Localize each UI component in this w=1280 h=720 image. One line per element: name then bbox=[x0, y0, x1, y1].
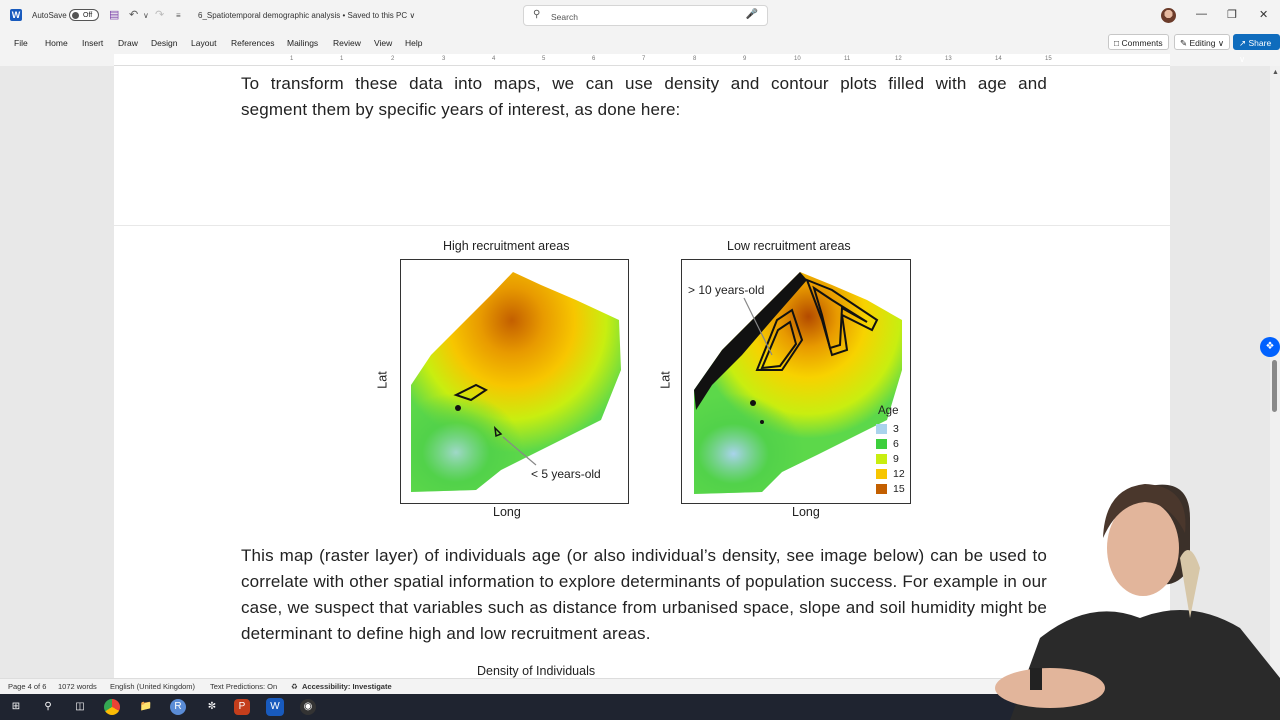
ruler-number: 13 bbox=[945, 56, 952, 62]
search-icon: ⚲ bbox=[533, 9, 541, 20]
chrome-icon[interactable] bbox=[104, 699, 120, 715]
tab-layout[interactable]: Layout bbox=[191, 38, 217, 48]
editing-button[interactable]: ✎ Editing ∨ bbox=[1174, 34, 1231, 50]
davinci-icon[interactable]: ✼ bbox=[202, 697, 222, 717]
left-panel-title: High recruitment areas bbox=[443, 239, 570, 253]
minimize-icon[interactable]: — bbox=[1196, 8, 1207, 20]
search-placeholder: Search bbox=[551, 12, 578, 22]
left-x-axis-label: Long bbox=[493, 505, 521, 519]
legend-swatch bbox=[876, 424, 887, 434]
comments-button[interactable]: □ Comments bbox=[1108, 34, 1169, 50]
restore-icon[interactable]: ❐ bbox=[1227, 8, 1237, 21]
tab-insert[interactable]: Insert bbox=[82, 38, 103, 48]
pencil-icon: ✎ bbox=[1180, 38, 1188, 48]
tab-view[interactable]: View bbox=[374, 38, 392, 48]
vertical-ruler bbox=[0, 66, 12, 678]
editing-label: Editing ∨ bbox=[1189, 38, 1225, 48]
page-count[interactable]: Page 4 of 6 bbox=[8, 682, 46, 691]
text-predictions[interactable]: Text Predictions: On bbox=[210, 682, 277, 691]
document-title[interactable]: 6_Spatiotemporal demographic analysis • … bbox=[198, 11, 415, 20]
search-box[interactable]: ⚲ Search 🎤 bbox=[523, 5, 768, 26]
paragraph-intro-line1: To transform these data into maps, we ca… bbox=[241, 74, 1047, 93]
comments-label: Comments bbox=[1121, 38, 1163, 48]
r-icon[interactable]: R bbox=[170, 699, 186, 715]
powerpoint-icon[interactable]: P bbox=[234, 699, 250, 715]
ruler-number: 5 bbox=[542, 56, 546, 62]
comment-icon: □ bbox=[1114, 38, 1120, 48]
left-annotation: < 5 years-old bbox=[531, 467, 601, 481]
ruler-number: 8 bbox=[693, 56, 697, 62]
legend-label: 6 bbox=[893, 438, 899, 450]
legend-swatch bbox=[876, 484, 887, 494]
tab-design[interactable]: Design bbox=[151, 38, 177, 48]
word-icon: W bbox=[10, 9, 22, 21]
tab-help[interactable]: Help bbox=[405, 38, 422, 48]
ribbon-tabs: File Home Insert Draw Design Layout Refe… bbox=[0, 32, 1280, 64]
scroll-up-icon[interactable]: ▲ bbox=[1272, 69, 1279, 76]
legend-title: Age bbox=[878, 405, 899, 417]
undo-icon[interactable]: ↶ bbox=[129, 8, 138, 21]
paragraph-intro[interactable]: To transform these data into maps, we ca… bbox=[241, 71, 1047, 123]
autosave-toggle[interactable]: Off bbox=[69, 9, 99, 21]
right-x-axis-label: Long bbox=[792, 505, 820, 519]
tab-references[interactable]: References bbox=[231, 38, 274, 48]
legend-label: 9 bbox=[893, 453, 899, 465]
legend-swatch bbox=[876, 469, 887, 479]
tab-file[interactable]: File bbox=[14, 38, 28, 48]
undo-dropdown-icon[interactable]: ∨ bbox=[143, 11, 149, 20]
paragraph-intro-line2: segment them by specific years of intere… bbox=[241, 100, 681, 119]
ruler-number: 12 bbox=[895, 56, 902, 62]
language[interactable]: English (United Kingdom) bbox=[110, 682, 195, 691]
ruler-number: 11 bbox=[844, 56, 851, 62]
mic-icon[interactable]: 🎤 bbox=[746, 9, 758, 20]
task-view-icon[interactable]: ◫ bbox=[70, 697, 90, 717]
ruler-number: 1 bbox=[290, 56, 294, 62]
legend-swatch bbox=[876, 454, 887, 464]
ruler-number: 15 bbox=[1045, 56, 1052, 62]
ruler-number: 3 bbox=[442, 56, 446, 62]
right-annotation: > 10 years-old bbox=[688, 283, 765, 297]
close-icon[interactable]: ✕ bbox=[1259, 8, 1268, 21]
windows-start-icon[interactable]: ⊞ bbox=[6, 697, 26, 717]
tab-home[interactable]: Home bbox=[45, 38, 68, 48]
obs-icon[interactable]: ◉ bbox=[300, 699, 316, 715]
legend-label: 3 bbox=[893, 423, 899, 435]
right-panel-title: Low recruitment areas bbox=[727, 239, 851, 253]
redo-icon[interactable]: ↷ bbox=[155, 8, 164, 21]
ruler-number: 6 bbox=[592, 56, 596, 62]
ruler-number: 10 bbox=[794, 56, 801, 62]
share-button[interactable]: ↗ Share ∨ bbox=[1233, 34, 1280, 64]
accessibility-status[interactable]: Accessibility: Investigate bbox=[302, 682, 392, 691]
ruler-number: 2 bbox=[391, 56, 395, 62]
word-count[interactable]: 1072 words bbox=[58, 682, 97, 691]
ruler-number: 14 bbox=[995, 56, 1002, 62]
left-y-axis-label: Lat bbox=[375, 371, 390, 389]
ruler-number: 4 bbox=[492, 56, 496, 62]
presenter-webcam bbox=[890, 478, 1280, 720]
density-figure-title: Density of Individuals bbox=[477, 664, 596, 678]
taskbar-word-icon[interactable]: W bbox=[266, 698, 284, 716]
right-y-axis-label: Lat bbox=[658, 371, 673, 389]
ruler-number: 1 bbox=[340, 56, 344, 62]
title-bar: W AutoSave Off ▤ ↶ ∨ ↷ ≡ 6_Spatiotempora… bbox=[0, 0, 1280, 32]
tab-draw[interactable]: Draw bbox=[118, 38, 138, 48]
tab-mailings[interactable]: Mailings bbox=[287, 38, 318, 48]
legend-swatch bbox=[876, 439, 887, 449]
save-icon[interactable]: ▤ bbox=[109, 8, 119, 21]
customize-icon[interactable]: ≡ bbox=[176, 11, 181, 20]
dropbox-icon[interactable]: ❖ bbox=[1260, 337, 1280, 357]
autosave-label: AutoSave bbox=[32, 11, 67, 20]
share-icon: ↗ bbox=[1239, 38, 1247, 48]
scrollbar-thumb[interactable] bbox=[1272, 360, 1277, 412]
taskbar-search-icon[interactable]: ⚲ bbox=[38, 697, 58, 717]
accessibility-icon: ♻ bbox=[291, 682, 298, 691]
tab-review[interactable]: Review bbox=[333, 38, 361, 48]
ruler-number: 7 bbox=[642, 56, 646, 62]
avatar[interactable] bbox=[1161, 8, 1176, 23]
autosave-state: Off bbox=[83, 12, 93, 19]
file-explorer-icon[interactable]: 📁 bbox=[136, 697, 156, 717]
ruler-number: 9 bbox=[743, 56, 747, 62]
